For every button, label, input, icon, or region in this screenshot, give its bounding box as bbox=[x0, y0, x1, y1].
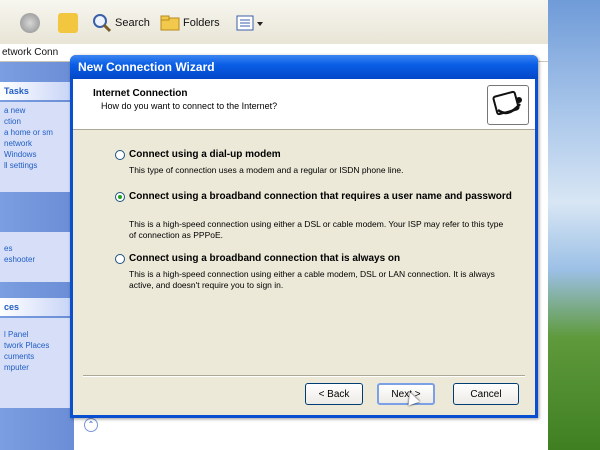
dialog-title-bar[interactable]: New Connection Wizard bbox=[70, 55, 538, 79]
back-button[interactable]: < Back bbox=[305, 383, 363, 405]
new-connection-wizard-dialog: New Connection Wizard Internet Connectio… bbox=[70, 55, 538, 418]
back-nav-button[interactable] bbox=[20, 10, 40, 36]
cancel-button[interactable]: Cancel bbox=[453, 383, 519, 405]
back-arrow-icon bbox=[20, 13, 40, 33]
place-link[interactable]: cuments bbox=[4, 351, 74, 362]
views-button[interactable] bbox=[236, 10, 264, 36]
up-folder-button[interactable] bbox=[58, 10, 78, 36]
task-link[interactable]: Windows bbox=[4, 149, 74, 160]
option-broadband-always-on-description: This is a high-speed connection using ei… bbox=[129, 269, 495, 290]
task-pane: Tasks a new ction a home or sm network W… bbox=[0, 62, 74, 450]
place-link[interactable]: mputer bbox=[4, 362, 74, 373]
dialog-title: New Connection Wizard bbox=[78, 60, 215, 74]
option-dialup-label[interactable]: Connect using a dial-up modem bbox=[129, 149, 515, 161]
task-link[interactable]: ction bbox=[4, 116, 74, 127]
option-broadband-always-on-label[interactable]: Connect using a broadband connection tha… bbox=[129, 253, 515, 265]
tasks-header[interactable]: Tasks bbox=[0, 82, 74, 100]
option-dialup-description: This type of connection uses a modem and… bbox=[129, 165, 404, 175]
option-broadband-pppoe-description: This is a high-speed connection using ei… bbox=[129, 219, 504, 240]
explorer-toolbar: Search Folders bbox=[0, 0, 548, 45]
radio-broadband-pppoe[interactable] bbox=[115, 192, 125, 202]
places-header[interactable]: ces bbox=[0, 298, 74, 316]
places-list: l Panel twork Places cuments mputer bbox=[0, 318, 74, 408]
task-link[interactable]: es bbox=[4, 243, 74, 254]
place-link[interactable]: twork Places bbox=[4, 340, 74, 351]
troubleshoot-list: es eshooter bbox=[0, 232, 74, 282]
search-label: Search bbox=[115, 17, 150, 29]
radio-dialup[interactable] bbox=[115, 150, 125, 160]
task-link[interactable]: ll settings bbox=[4, 160, 74, 171]
wizard-page-title: Internet Connection bbox=[93, 88, 188, 99]
search-button[interactable]: Search bbox=[92, 10, 150, 36]
dialog-body: Internet Connection How do you want to c… bbox=[73, 79, 535, 415]
network-wizard-icon bbox=[487, 85, 529, 125]
task-link[interactable]: a new bbox=[4, 105, 74, 116]
button-separator bbox=[83, 375, 525, 377]
task-link[interactable]: network bbox=[4, 138, 74, 149]
views-icon bbox=[236, 15, 263, 31]
folders-icon bbox=[160, 15, 180, 31]
wizard-page-subtitle: How do you want to connect to the Intern… bbox=[101, 101, 278, 111]
task-link[interactable]: eshooter bbox=[4, 254, 74, 265]
folders-button[interactable]: Folders bbox=[160, 10, 220, 36]
place-link[interactable]: l Panel bbox=[4, 329, 74, 340]
wizard-header: Internet Connection How do you want to c… bbox=[73, 79, 535, 130]
search-icon bbox=[93, 14, 112, 33]
folders-label: Folders bbox=[183, 17, 220, 29]
radio-broadband-always-on[interactable] bbox=[115, 254, 125, 264]
option-broadband-pppoe-label[interactable]: Connect using a broadband connection tha… bbox=[129, 191, 515, 203]
up-folder-icon bbox=[58, 13, 78, 33]
task-link[interactable]: a home or sm bbox=[4, 127, 74, 138]
tasks-list: a new ction a home or sm network Windows… bbox=[0, 102, 74, 192]
expand-chevron-icon[interactable]: ⌃ bbox=[84, 418, 98, 432]
